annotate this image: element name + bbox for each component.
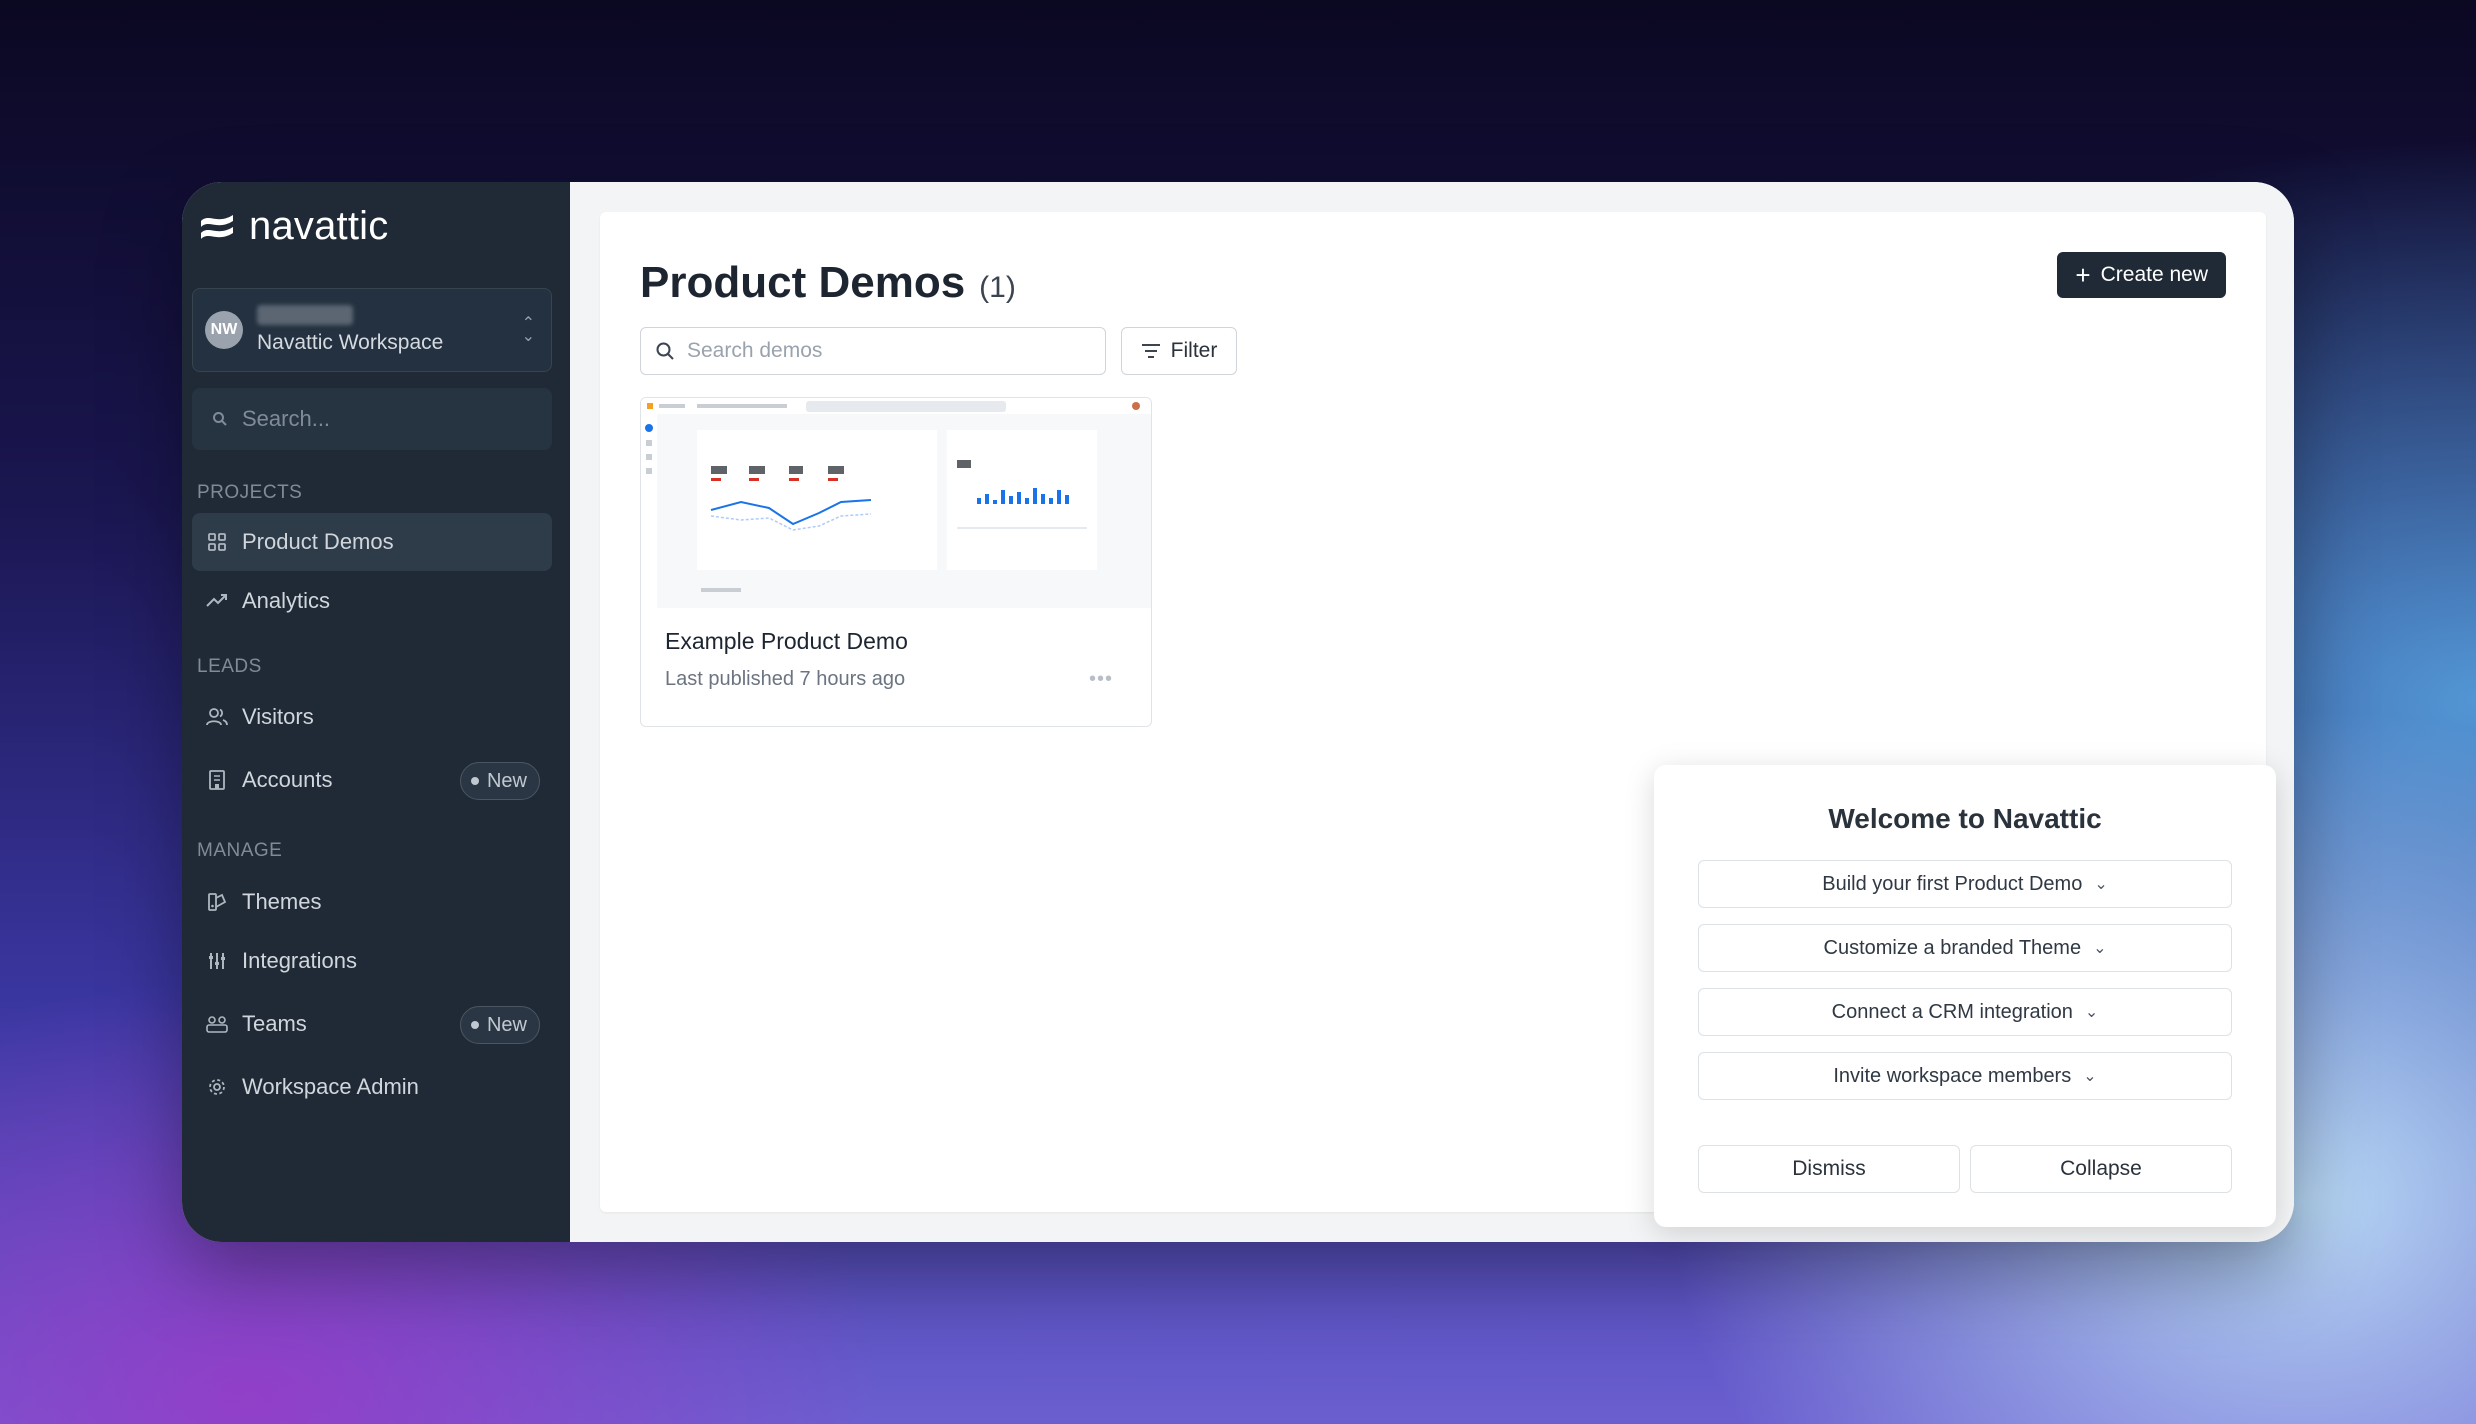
- step-label: Invite workspace members: [1833, 1064, 2072, 1087]
- badge-label: New: [486, 1013, 527, 1036]
- step-label: Connect a CRM integration: [1831, 1000, 2073, 1023]
- sidebar-search[interactable]: Search...: [192, 388, 552, 450]
- chevron-down-icon: ⌄: [2084, 1004, 2099, 1021]
- demo-search-input[interactable]: [687, 339, 1067, 363]
- sidebar-search-placeholder: Search...: [242, 406, 331, 431]
- sidebar-item-integrations[interactable]: Integrations: [192, 932, 552, 990]
- sidebar-item-label: Analytics: [242, 588, 331, 613]
- sidebar-item-workspace-admin[interactable]: Workspace Admin: [192, 1058, 552, 1116]
- filter-label: Filter: [1170, 339, 1218, 362]
- redacted-user-name: [257, 305, 353, 325]
- search-icon: [213, 412, 227, 426]
- sidebar-item-label: Visitors: [242, 704, 314, 729]
- sliders-icon: [206, 950, 228, 972]
- demo-card[interactable]: Example Product Demo Last published 7 ho…: [640, 397, 1152, 727]
- step-connect-crm[interactable]: Connect a CRM integration ⌄: [1698, 988, 2232, 1036]
- badge-label: New: [486, 769, 527, 792]
- step-label: Customize a branded Theme: [1823, 936, 2082, 959]
- trend-icon: [206, 590, 228, 612]
- welcome-checklist: Welcome to Navattic Build your first Pro…: [1654, 765, 2276, 1227]
- gear-icon: [206, 1076, 228, 1098]
- step-customize-theme[interactable]: Customize a branded Theme ⌄: [1698, 924, 2232, 972]
- demo-thumbnail: [641, 398, 1151, 608]
- create-new-button[interactable]: + Create new: [2057, 252, 2226, 298]
- plus-icon: +: [2075, 260, 2091, 290]
- sidebar-item-label: Integrations: [242, 948, 357, 973]
- more-options-icon[interactable]: •••: [1089, 668, 1113, 691]
- new-badge: New: [459, 1006, 540, 1044]
- dismiss-button[interactable]: Dismiss: [1698, 1145, 1960, 1193]
- workspace-switcher[interactable]: NW Navattic Workspace ⌃ ⌄: [192, 288, 552, 372]
- avatar: NW: [205, 311, 243, 349]
- sidebar-item-label: Product Demos: [242, 529, 394, 554]
- new-badge: New: [459, 762, 540, 800]
- grid-icon: [206, 531, 228, 553]
- search-icon: [656, 342, 674, 360]
- sidebar-item-label: Accounts: [242, 767, 333, 792]
- navattic-logo-icon: [201, 214, 233, 239]
- sidebar: navattic NW Navattic Workspace ⌃ ⌄ Search…: [182, 182, 570, 1242]
- badge-dot: [470, 1021, 479, 1029]
- filter-button[interactable]: Filter: [1121, 327, 1237, 375]
- sidebar-item-label: Themes: [242, 889, 322, 914]
- demo-last-published: Last published 7 hours ago: [665, 668, 906, 690]
- chevron-down-icon: ⌄: [2093, 940, 2107, 957]
- section-label-manage: MANAGE: [197, 840, 283, 861]
- section-label-leads: LEADS: [197, 656, 262, 677]
- welcome-title: Welcome to Navattic: [1828, 803, 2102, 834]
- sidebar-item-product-demos[interactable]: Product Demos: [192, 513, 552, 571]
- sidebar-item-visitors[interactable]: Visitors: [192, 688, 552, 746]
- brand-logo[interactable]: navattic: [197, 204, 388, 249]
- sidebar-item-label: Workspace Admin: [242, 1074, 419, 1099]
- sidebar-item-teams[interactable]: Teams New: [192, 995, 552, 1053]
- palette-icon: [206, 891, 228, 913]
- brand-name: navattic: [249, 204, 389, 248]
- page-title-text: Product Demos: [640, 258, 966, 307]
- sidebar-item-accounts[interactable]: Accounts New: [192, 751, 552, 809]
- workspace-name: Navattic Workspace: [257, 331, 444, 354]
- demo-search[interactable]: [640, 327, 1106, 375]
- demo-thumbnail-preview: [641, 398, 1151, 608]
- filter-icon: [1141, 344, 1160, 358]
- badge-dot: [470, 777, 479, 785]
- collapse-button[interactable]: Collapse: [1970, 1145, 2232, 1193]
- building-icon: [206, 769, 228, 791]
- chevron-updown-icon: ⌃ ⌄: [521, 315, 535, 345]
- step-label: Build your first Product Demo: [1822, 872, 2083, 895]
- chevron-down-icon: ⌄: [2094, 876, 2108, 893]
- create-new-label: Create new: [2100, 263, 2208, 286]
- demo-count: (1): [979, 271, 1016, 304]
- section-label-projects: PROJECTS: [197, 482, 303, 503]
- team-icon: [206, 1013, 228, 1035]
- demo-title: Example Product Demo: [665, 628, 908, 654]
- step-build-demo[interactable]: Build your first Product Demo ⌄: [1698, 860, 2232, 908]
- sidebar-item-analytics[interactable]: Analytics: [192, 572, 552, 630]
- users-icon: [206, 706, 228, 728]
- sidebar-item-themes[interactable]: Themes: [192, 873, 552, 931]
- step-invite-members[interactable]: Invite workspace members ⌄: [1698, 1052, 2232, 1100]
- page-title: Product Demos (1): [640, 258, 1016, 308]
- sidebar-item-label: Teams: [242, 1011, 307, 1036]
- chevron-down-icon: ⌄: [2083, 1068, 2097, 1085]
